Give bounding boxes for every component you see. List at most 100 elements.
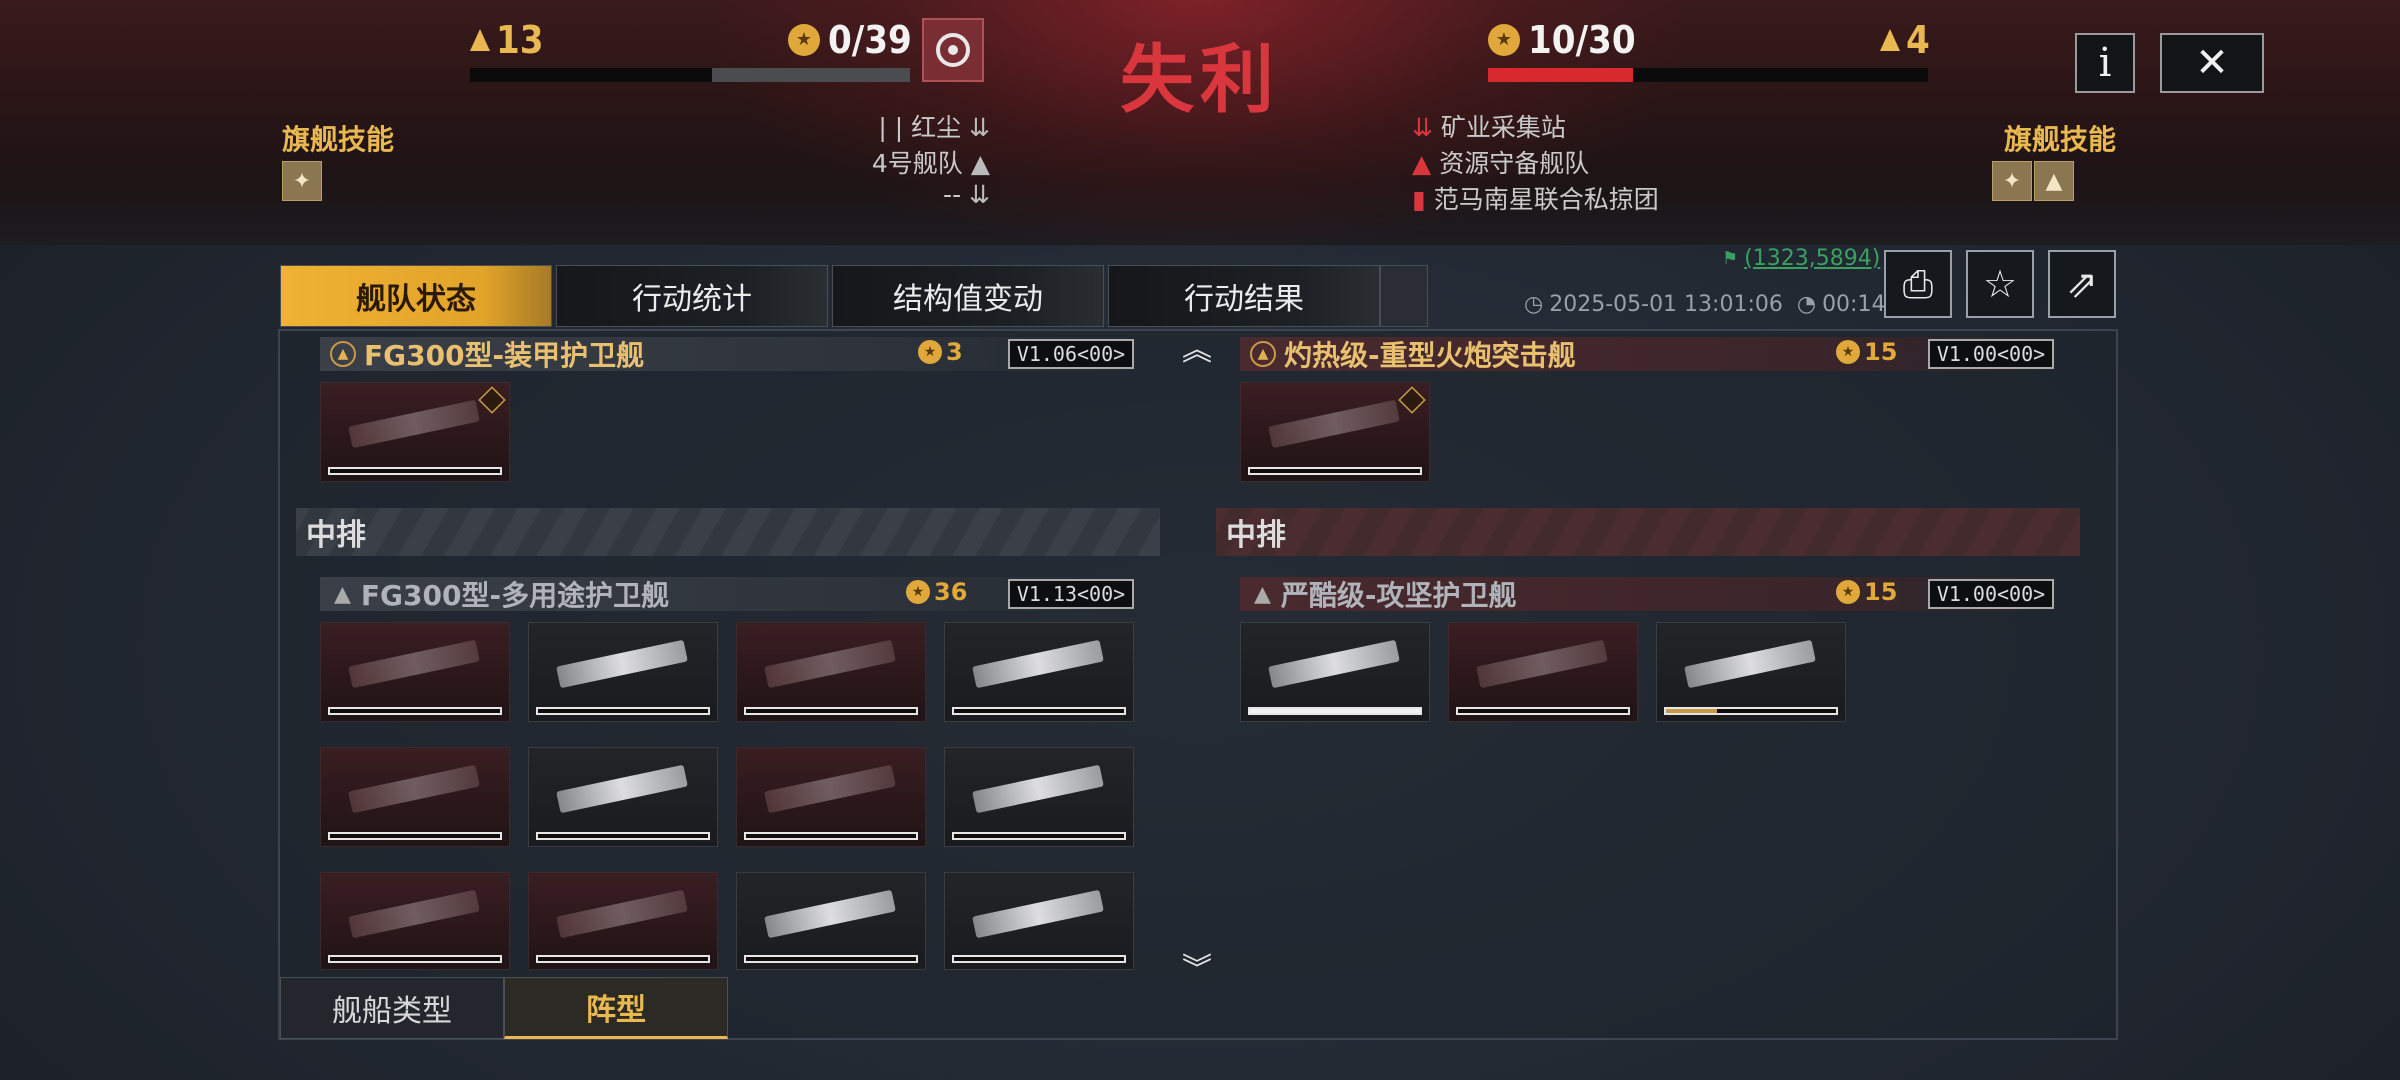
ship-card[interactable] — [944, 872, 1134, 970]
flagship-skill-icon[interactable]: ✦ — [1992, 161, 2032, 201]
ship-image — [764, 639, 896, 689]
ship-card[interactable] — [736, 747, 926, 847]
ship-image — [972, 639, 1104, 689]
ship-card[interactable] — [736, 622, 926, 722]
left-level: 13 — [470, 18, 544, 62]
ship-card[interactable] — [320, 382, 510, 482]
tab-action-stats[interactable]: 行动统计 — [556, 265, 828, 327]
hp-bar — [1248, 467, 1422, 475]
flag-icon: ⚑ — [1722, 248, 1739, 269]
ship-card[interactable] — [320, 872, 510, 970]
row-label: 中排 — [1216, 508, 2080, 556]
info-button[interactable]: i — [2075, 33, 2135, 93]
report-button[interactable]: ⎙ — [1884, 250, 1952, 318]
close-button[interactable]: ✕ — [2160, 33, 2264, 93]
tab-action-result[interactable]: 行动结果 — [1108, 265, 1380, 327]
battle-result-title: 失利 — [1120, 37, 1280, 123]
hp-bar — [952, 955, 1126, 963]
ship-card[interactable] — [1656, 622, 1846, 722]
ship-image — [1684, 639, 1816, 689]
left-progress-bar — [470, 68, 910, 82]
ship-card[interactable] — [1240, 622, 1430, 722]
hp-bar — [328, 955, 502, 963]
right-fleet-info: ⇊ 矿业采集站 ▲ 资源守备舰队 ▮ 范马南星联合私掠团 — [1412, 113, 1659, 214]
version-badge: V1.00<00> — [1928, 339, 2054, 369]
medal-icon — [1836, 580, 1860, 604]
ship-card[interactable] — [528, 747, 718, 847]
share-button[interactable]: ⇗ — [2048, 250, 2116, 318]
medal-icon — [1836, 340, 1860, 364]
down-arrow-icon: ⇊ — [969, 180, 990, 209]
ship-card[interactable] — [944, 622, 1134, 722]
rank-triangle-icon — [470, 29, 490, 51]
hp-bar — [328, 832, 502, 840]
rank-triangle-icon: ▲ — [334, 581, 351, 607]
hp-bar — [536, 707, 710, 715]
tab-ship-type[interactable]: 舰船类型 — [280, 977, 504, 1039]
medal-icon — [906, 580, 930, 604]
flagship-skill-icon[interactable]: ✦ — [282, 161, 322, 201]
tab-spacer — [1380, 265, 1428, 327]
ship-card[interactable] — [320, 747, 510, 847]
star-icon: ☆ — [1982, 262, 2018, 306]
faction-emblem-icon — [922, 18, 984, 82]
ship-image — [556, 639, 688, 689]
ship-image — [1268, 639, 1400, 689]
ship-image — [556, 889, 688, 939]
hp-bar — [952, 832, 1126, 840]
hp-bar — [328, 467, 502, 475]
ship-count: 3 — [918, 338, 963, 366]
ship-count: 15 — [1836, 578, 1897, 606]
ship-card[interactable] — [1448, 622, 1638, 722]
up-arrow-icon: ▲ — [970, 149, 990, 178]
ship-image — [1476, 639, 1608, 689]
right-flagship-skill-label: 旗舰技能 — [2004, 123, 2117, 156]
left-fleet-info: | | 红尘 ⇊ 4号舰队 ▲ -- ⇊ — [871, 113, 990, 209]
version-badge: V1.00<00> — [1928, 579, 2054, 609]
hp-bar — [744, 832, 918, 840]
row-label: 中排 — [296, 508, 1160, 556]
ship-image — [764, 764, 896, 814]
rank-icon — [478, 386, 506, 414]
ship-card[interactable] — [944, 747, 1134, 847]
hp-bar — [1248, 707, 1422, 715]
scroll-down-icon[interactable]: ︾ — [1182, 944, 1212, 988]
tab-fleet-status[interactable]: 舰队状态 — [280, 265, 552, 327]
ship-card[interactable] — [528, 872, 718, 970]
ship-count: 36 — [906, 578, 967, 606]
ship-image — [764, 889, 896, 939]
flagship-skill-icon[interactable]: ▲ — [2034, 161, 2074, 201]
right-level: 4 — [1880, 18, 1930, 62]
favorite-button[interactable]: ☆ — [1966, 250, 2034, 318]
clock-icon: ◷ — [1524, 292, 1544, 317]
tab-formation[interactable]: 阵型 — [504, 977, 728, 1039]
hp-bar — [952, 707, 1126, 715]
battle-time: ◷ 2025-05-01 13:01:06 ◔ 00:14:48 — [1524, 292, 1921, 317]
tab-structure-change[interactable]: 结构值变动 — [832, 265, 1104, 327]
rank-icon: ▲ — [1250, 341, 1276, 367]
ship-card[interactable] — [528, 622, 718, 722]
hp-bar — [744, 707, 918, 715]
hp-bar — [1456, 707, 1630, 715]
medal-icon — [1488, 24, 1520, 56]
ship-card[interactable] — [736, 872, 926, 970]
left-flagship-skill-label: 旗舰技能 — [282, 123, 395, 156]
report-icon: ⎙ — [1902, 261, 1934, 306]
ship-image — [1268, 399, 1400, 449]
ship-card[interactable] — [1240, 382, 1430, 482]
ship-image — [348, 399, 480, 449]
rank-icon: ▲ — [330, 341, 356, 367]
ship-image — [972, 889, 1104, 939]
version-badge: V1.06<00> — [1008, 339, 1134, 369]
left-score: 0/39 — [788, 18, 912, 62]
right-progress-bar — [1488, 68, 1928, 82]
bookmark-icon: ▮ — [1412, 185, 1426, 214]
down-arrow-icon: ⇊ — [1412, 113, 1433, 142]
hp-bar — [536, 832, 710, 840]
coordinates-link[interactable]: ⚑ (1323,5894) — [1722, 246, 1880, 271]
hp-bar — [536, 955, 710, 963]
timer-icon: ◔ — [1796, 292, 1817, 317]
ship-card[interactable] — [320, 622, 510, 722]
scroll-up-icon[interactable]: ︽ — [1182, 325, 1212, 369]
version-badge: V1.13<00> — [1008, 579, 1134, 609]
